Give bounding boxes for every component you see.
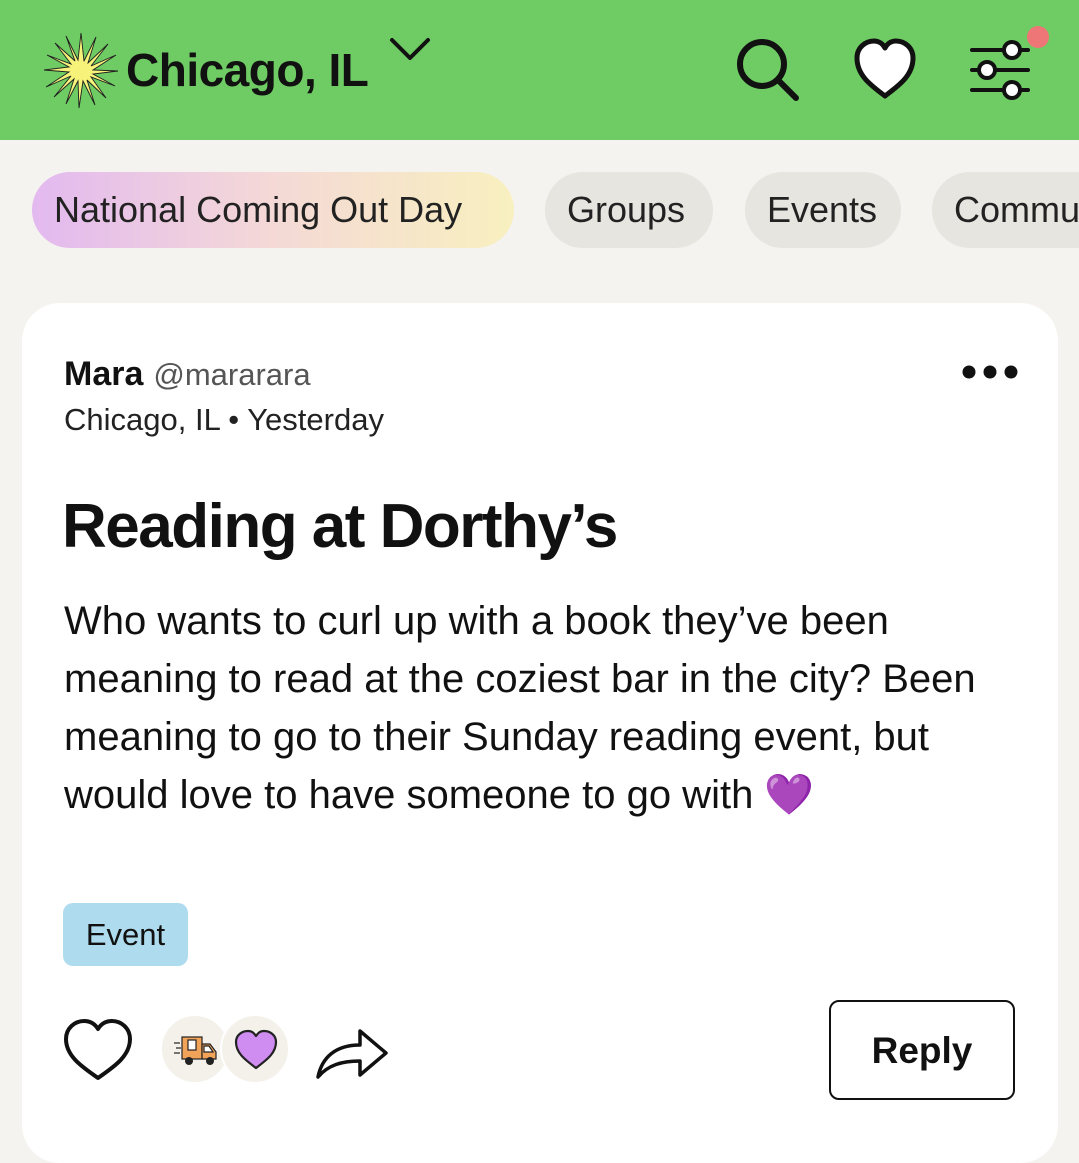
author-handle[interactable]: @mararara bbox=[153, 357, 310, 392]
purple-heart-icon bbox=[234, 1029, 278, 1070]
reaction-purple-heart[interactable] bbox=[220, 1014, 290, 1084]
post-card[interactable]: Mara @mararara Chicago, IL • Yesterday Re… bbox=[22, 303, 1058, 1163]
notification-dot bbox=[1027, 26, 1049, 48]
category-chips: National Coming Out Day Groups Events Co… bbox=[0, 172, 1079, 250]
chevron-down-icon[interactable] bbox=[388, 34, 432, 64]
location-title: Chicago, IL bbox=[126, 44, 369, 96]
meta-separator: • bbox=[228, 402, 240, 437]
author-line: Mara @mararara bbox=[64, 355, 311, 394]
search-icon[interactable] bbox=[734, 36, 800, 102]
post-time: Yesterday bbox=[247, 402, 384, 437]
heart-icon[interactable] bbox=[852, 36, 918, 102]
post-tag[interactable]: Event bbox=[63, 903, 188, 966]
filter-icon[interactable] bbox=[966, 36, 1032, 102]
top-bar: Chicago, IL bbox=[0, 0, 1079, 140]
like-heart-icon[interactable] bbox=[62, 1017, 134, 1083]
chip-groups[interactable]: Groups bbox=[545, 172, 713, 248]
post-location: Chicago, IL bbox=[64, 402, 220, 437]
chip-events[interactable]: Events bbox=[745, 172, 901, 248]
chip-community[interactable]: Community bbox=[932, 172, 1079, 248]
sun-icon bbox=[43, 32, 119, 109]
post-meta: Chicago, IL • Yesterday bbox=[64, 402, 384, 438]
location-selector[interactable]: Chicago, IL bbox=[42, 30, 369, 110]
post-body: Who wants to curl up with a book they’ve… bbox=[64, 599, 976, 817]
delivery-truck-icon bbox=[174, 1036, 217, 1065]
chip-national-coming-out-day[interactable]: National Coming Out Day bbox=[32, 172, 514, 248]
post-title: Reading at Dorthy’s bbox=[62, 492, 618, 561]
reply-button[interactable]: Reply bbox=[829, 1000, 1015, 1100]
more-options-icon[interactable] bbox=[958, 355, 1022, 389]
share-arrow-icon[interactable] bbox=[314, 1021, 390, 1081]
author-name[interactable]: Mara bbox=[64, 355, 143, 393]
